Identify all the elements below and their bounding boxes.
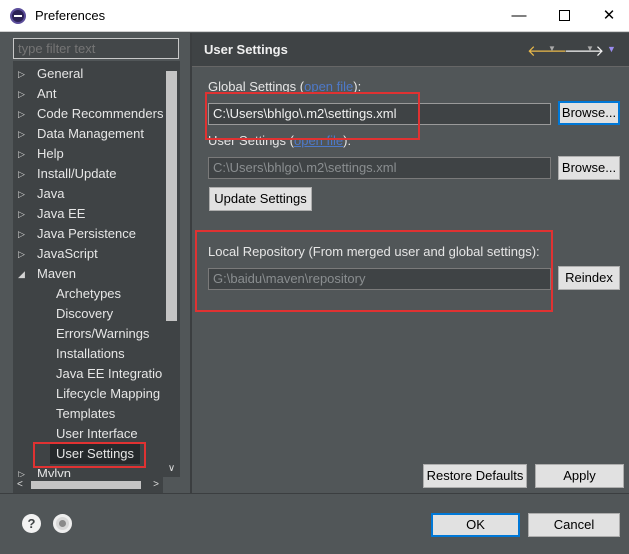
tree-item-errors-warnings[interactable]: Errors/Warnings (13, 324, 163, 344)
collapsed-arrow-icon[interactable]: ▷ (18, 144, 28, 164)
window-title: Preferences (35, 8, 106, 23)
tree-item-discovery[interactable]: Discovery (13, 304, 163, 324)
annotation-box-repository (195, 230, 553, 312)
tree-item-help[interactable]: ▷ Help (13, 144, 163, 164)
collapsed-arrow-icon[interactable]: ▷ (18, 184, 28, 204)
scrollbar-thumb[interactable] (31, 481, 141, 489)
tree-item-lifecycle-mapping[interactable]: Lifecycle Mapping (13, 384, 163, 404)
tree-item-label: Data Management (37, 126, 144, 141)
tree-item-java-ee[interactable]: ▷ Java EE (13, 204, 163, 224)
user-browse-button[interactable]: Browse... (558, 156, 620, 180)
update-settings-button[interactable]: Update Settings (209, 187, 312, 211)
global-browse-button[interactable]: Browse... (558, 101, 620, 125)
preference-navigation: ▷ General ▷ Ant ▷ Code Recommenders ▷ Data Mana… (0, 33, 190, 493)
view-menu-icon[interactable]: ▼ (607, 44, 616, 54)
expanded-arrow-icon[interactable]: ◢ (18, 264, 28, 284)
collapsed-arrow-icon[interactable]: ▷ (18, 204, 28, 224)
filter-input[interactable] (13, 38, 179, 59)
cancel-button[interactable]: Cancel (528, 513, 620, 537)
tree-item-label: Maven (37, 266, 77, 281)
tree-item-code-recommenders[interactable]: ▷ Code Recommenders (13, 104, 163, 124)
collapsed-arrow-icon[interactable]: ▷ (18, 124, 28, 144)
tree-horizontal-scrollbar[interactable]: < > (13, 477, 163, 493)
tree-item-label: Java EE (37, 206, 86, 221)
tree-vertical-scrollbar[interactable]: ∨ (163, 61, 180, 477)
tree-item-installations[interactable]: Installations (13, 344, 163, 364)
eclipse-icon (10, 8, 26, 24)
page-header: User Settings 🡐 ▼ 🡒 ▼ ▼ (192, 33, 629, 67)
restore-defaults-button[interactable]: Restore Defaults (423, 464, 527, 488)
collapsed-arrow-icon[interactable]: ▷ (18, 464, 28, 477)
tree-item-label: Lifecycle Mapping (56, 386, 161, 401)
tree-item-label: JavaScript (37, 246, 98, 261)
tree-item-templates[interactable]: Templates (13, 404, 163, 424)
scroll-right-arrow-icon[interactable]: > (153, 477, 159, 493)
collapsed-arrow-icon[interactable]: ▷ (18, 244, 28, 264)
tree-item-label: Ant (37, 86, 57, 101)
tree-item-maven[interactable]: ◢ Maven (13, 264, 163, 284)
tree-item-label: Archetypes (56, 286, 122, 301)
collapsed-arrow-icon[interactable]: ▷ (18, 164, 28, 184)
tree-item-user-interface[interactable]: User Interface (13, 424, 163, 444)
help-icon[interactable]: ? (22, 514, 41, 533)
tree-item-label: User Interface (56, 426, 138, 441)
title-bar: Preferences — ✕ (0, 0, 629, 32)
scroll-down-arrow-icon[interactable]: ∨ (166, 463, 177, 475)
tree-item-java-persistence[interactable]: ▷ Java Persistence (13, 224, 163, 244)
user-settings-field[interactable]: C:\Users\bhlgo\.m2\settings.xml (208, 157, 551, 179)
panel-divider[interactable] (190, 33, 192, 493)
record-macro-icon[interactable] (53, 514, 72, 533)
tree-item-label: Discovery (56, 306, 114, 321)
back-dropdown-icon[interactable]: ▼ (548, 44, 556, 53)
preference-tree: ▷ General ▷ Ant ▷ Code Recommenders ▷ Data Mana… (13, 61, 163, 477)
tree-item-label: Install/Update (37, 166, 117, 181)
tree-item-java[interactable]: ▷ Java (13, 184, 163, 204)
ok-button[interactable]: OK (431, 513, 520, 537)
tree-item-data-management[interactable]: ▷ Data Management (13, 124, 163, 144)
tree-item-javascript[interactable]: ▷ JavaScript (13, 244, 163, 264)
tree-item-label: Code Recommenders (37, 106, 163, 121)
tree-item-label: Installations (56, 346, 125, 361)
collapsed-arrow-icon[interactable]: ▷ (18, 64, 28, 84)
maximize-button[interactable] (549, 4, 579, 28)
tree-item-java-ee-integration[interactable]: Java EE Integration (13, 364, 163, 384)
forward-arrow-icon[interactable]: 🡒 (564, 41, 604, 60)
maximize-icon (558, 9, 570, 21)
tree-item-label: Java (37, 186, 65, 201)
tree-item-label: Help (37, 146, 64, 161)
forward-dropdown-icon[interactable]: ▼ (586, 44, 594, 53)
tree-item-label: Errors/Warnings (56, 326, 150, 341)
minimize-button[interactable]: — (504, 4, 534, 28)
footer-divider (0, 493, 629, 494)
apply-button[interactable]: Apply (535, 464, 624, 488)
annotation-box-user-settings (33, 442, 146, 468)
tree-item-label: Java Persistence (37, 226, 136, 241)
scroll-left-arrow-icon[interactable]: < (17, 477, 23, 493)
annotation-box-global (205, 92, 420, 140)
collapsed-arrow-icon[interactable]: ▷ (18, 224, 28, 244)
tree-item-label: Java EE Integration (56, 366, 163, 381)
tree-item-label: Templates (56, 406, 116, 421)
scrollbar-thumb[interactable] (166, 71, 177, 321)
tree-item-label: General (37, 66, 84, 81)
tree-item-archetypes[interactable]: Archetypes (13, 284, 163, 304)
reindex-button[interactable]: Reindex (558, 266, 620, 290)
tree-item-ant[interactable]: ▷ Ant (13, 84, 163, 104)
page-title: User Settings (204, 42, 288, 57)
tree-item-install-update[interactable]: ▷ Install/Update (13, 164, 163, 184)
tree-item-general[interactable]: ▷ General (13, 64, 163, 84)
collapsed-arrow-icon[interactable]: ▷ (18, 104, 28, 124)
collapsed-arrow-icon[interactable]: ▷ (18, 84, 28, 104)
close-button[interactable]: ✕ (594, 4, 624, 28)
